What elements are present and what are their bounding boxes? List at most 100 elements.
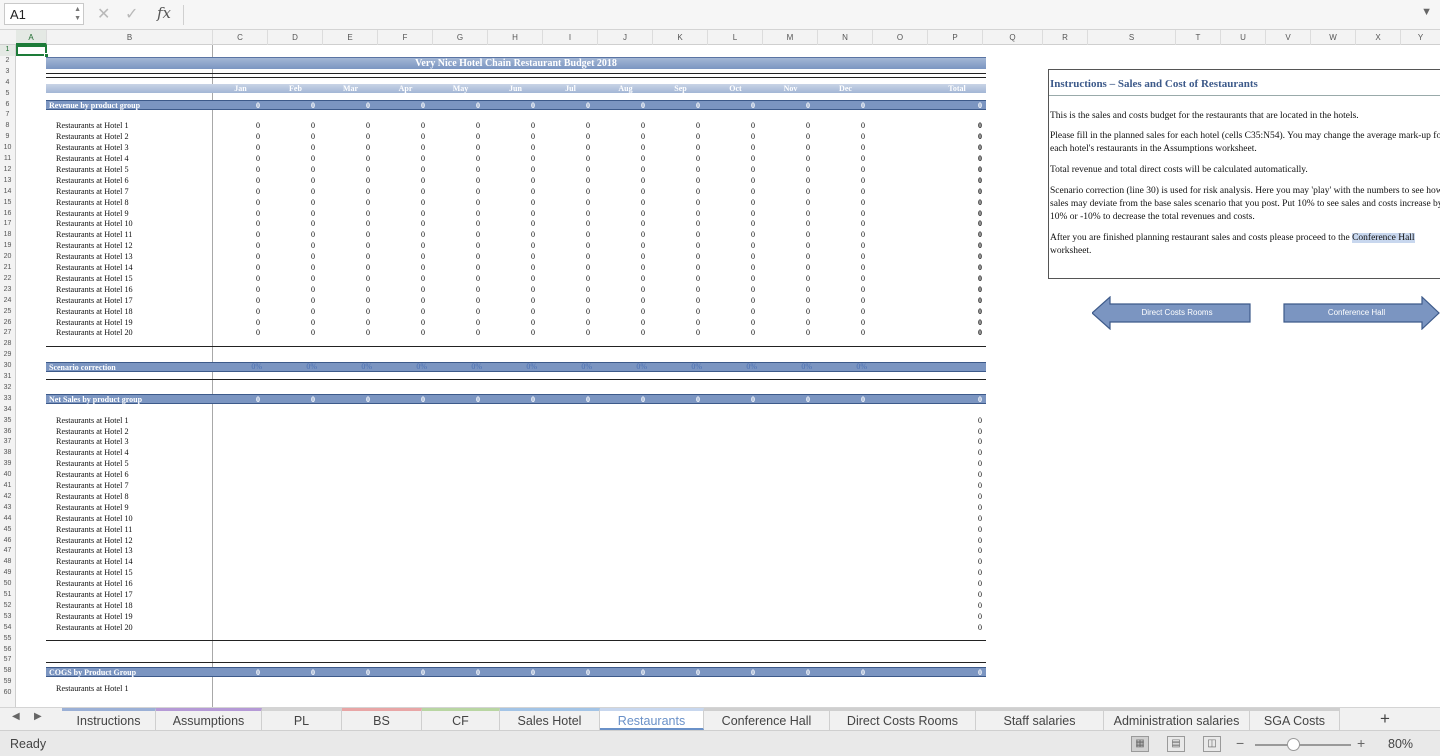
row-label[interactable]: Restaurants at Hotel 14 [56,557,133,568]
cell-value[interactable]: 0 [240,198,260,209]
cell-value[interactable]: 0 [735,165,755,176]
cell-value[interactable]: 0 [790,176,810,187]
cogs-value[interactable]: 0 [240,668,260,677]
cell-value[interactable]: 0 [515,176,535,187]
cell-value[interactable]: 0 [735,209,755,220]
net-sales-value[interactable]: 0 [460,395,480,404]
row-header-57[interactable]: 57 [0,655,15,666]
cell-value[interactable]: 0 [735,328,755,339]
row-header-24[interactable]: 24 [0,296,15,307]
cell-value[interactable]: 0 [570,165,590,176]
zoom-slider-thumb[interactable] [1287,738,1300,751]
chevron-down-icon[interactable]: ▼ [1421,6,1432,18]
cell-value[interactable]: 0 [405,154,425,165]
row-total[interactable]: 0 [962,470,982,481]
row-total[interactable]: 0 [962,209,982,220]
row-header-4[interactable]: 4 [0,78,15,89]
cell-value[interactable]: 0 [625,219,645,230]
tab-sga-costs[interactable]: SGA Costs [1250,708,1340,730]
cell-value[interactable]: 0 [405,165,425,176]
row-header-9[interactable]: 9 [0,132,15,143]
cell-value[interactable]: 0 [295,143,315,154]
cell-value[interactable]: 0 [460,296,480,307]
row-total[interactable]: 0 [962,416,982,427]
cell-value[interactable]: 0 [680,121,700,132]
row-total[interactable]: 0 [962,285,982,296]
revenue-value[interactable]: 0 [460,101,480,110]
cell-value[interactable]: 0 [295,176,315,187]
cell-value[interactable]: 0 [405,307,425,318]
column-header-q[interactable]: Q [983,30,1043,45]
cell-value[interactable]: 0 [515,219,535,230]
cell-value[interactable]: 0 [515,296,535,307]
cell-value[interactable]: 0 [515,165,535,176]
direct-costs-rooms-button[interactable]: Direct Costs Rooms [1092,296,1252,330]
column-header-c[interactable]: C [213,30,268,45]
row-header-18[interactable]: 18 [0,230,15,241]
cell-value[interactable]: 0 [570,285,590,296]
cell-value[interactable]: 0 [350,143,370,154]
row-header-19[interactable]: 19 [0,241,15,252]
cell-value[interactable]: 0 [570,209,590,220]
scenario-correction-value[interactable]: 0% [788,362,812,372]
cell-value[interactable]: 0 [405,252,425,263]
cell-value[interactable]: 0 [845,165,865,176]
cell-value[interactable]: 0 [405,143,425,154]
cell-value[interactable]: 0 [845,296,865,307]
cell-value[interactable]: 0 [735,274,755,285]
cell-value[interactable]: 0 [625,252,645,263]
row-label[interactable]: Restaurants at Hotel 2 [56,427,129,438]
cell-value[interactable]: 0 [625,274,645,285]
row-header-22[interactable]: 22 [0,274,15,285]
normal-view-icon[interactable]: ▦ [1131,736,1149,752]
cell-value[interactable]: 0 [790,318,810,329]
cell-value[interactable]: 0 [405,209,425,220]
cell-value[interactable]: 0 [680,154,700,165]
column-header-j[interactable]: J [598,30,653,45]
row-total[interactable]: 0 [962,481,982,492]
cogs-value[interactable]: 0 [625,668,645,677]
cell-value[interactable]: 0 [295,328,315,339]
cell-value[interactable]: 0 [570,274,590,285]
cell-value[interactable]: 0 [570,219,590,230]
column-header-g[interactable]: G [433,30,488,45]
cell-value[interactable]: 0 [570,187,590,198]
row-header-37[interactable]: 37 [0,437,15,448]
cell-value[interactable]: 0 [845,132,865,143]
row-header-56[interactable]: 56 [0,645,15,656]
cell-value[interactable]: 0 [350,154,370,165]
row-total[interactable]: 0 [962,536,982,547]
cell-value[interactable]: 0 [570,307,590,318]
row-header-29[interactable]: 29 [0,350,15,361]
column-header-x[interactable]: X [1356,30,1401,45]
cell-value[interactable]: 0 [295,209,315,220]
row-label[interactable]: Restaurants at Hotel 12 [56,241,133,252]
cell-value[interactable]: 0 [625,307,645,318]
cell-value[interactable]: 0 [515,263,535,274]
row-header-26[interactable]: 26 [0,318,15,329]
cell-value[interactable]: 0 [570,230,590,241]
cogs-value[interactable]: 0 [790,668,810,677]
row-label[interactable]: Restaurants at Hotel 19 [56,612,133,623]
revenue-value[interactable]: 0 [845,101,865,110]
cell-value[interactable]: 0 [735,198,755,209]
row-total[interactable]: 0 [962,427,982,438]
cell-value[interactable]: 0 [240,154,260,165]
cell-value[interactable]: 0 [790,187,810,198]
net-sales-value[interactable]: 0 [295,395,315,404]
cell-value[interactable]: 0 [515,154,535,165]
row-total[interactable]: 0 [962,568,982,579]
cell-value[interactable]: 0 [350,121,370,132]
row-total[interactable]: 0 [962,230,982,241]
row-total[interactable]: 0 [962,252,982,263]
row-header-58[interactable]: 58 [0,666,15,677]
row-total[interactable]: 0 [962,176,982,187]
row-label[interactable]: Restaurants at Hotel 15 [56,568,133,579]
tab-instructions[interactable]: Instructions [62,708,156,730]
cell-value[interactable]: 0 [790,154,810,165]
column-header-w[interactable]: W [1311,30,1356,45]
cell-value[interactable]: 0 [515,285,535,296]
scenario-correction-value[interactable]: 0% [513,362,537,372]
row-header-52[interactable]: 52 [0,601,15,612]
cell-value[interactable]: 0 [625,121,645,132]
